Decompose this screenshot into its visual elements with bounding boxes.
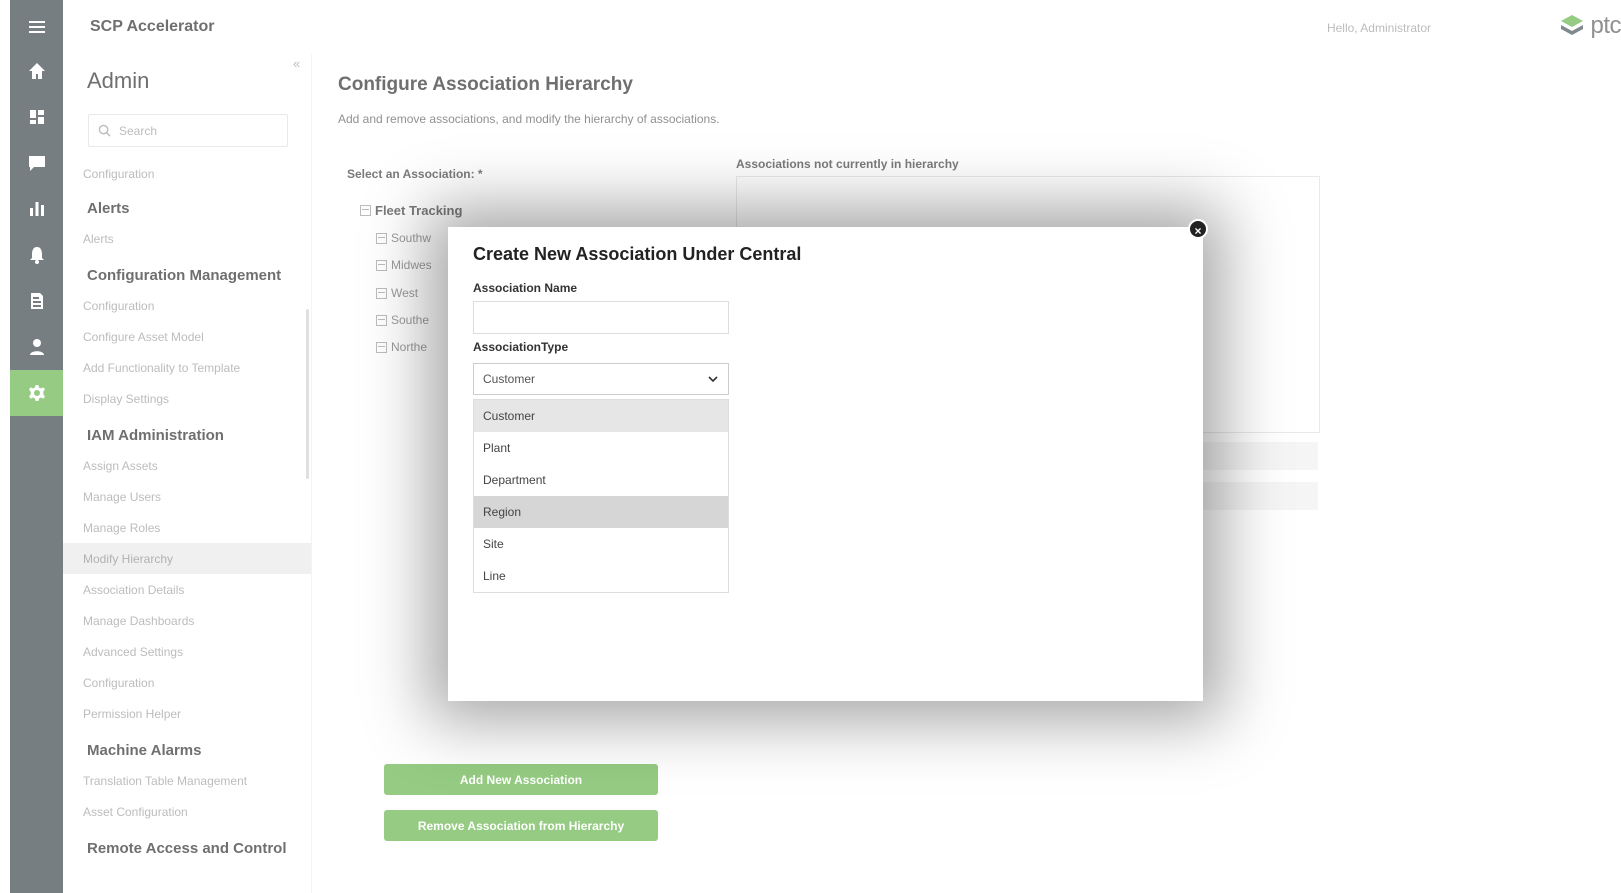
option-department[interactable]: Department [474, 464, 728, 496]
create-association-modal: Create New Association Under Central Ass… [448, 227, 1203, 701]
association-type-dropdown: Customer Plant Department Region Site Li… [473, 399, 729, 593]
option-region[interactable]: Region [474, 496, 728, 528]
chevron-down-icon [708, 376, 718, 383]
option-line[interactable]: Line [474, 560, 728, 592]
association-type-label: AssociationType [473, 340, 569, 354]
selected-type: Customer [483, 372, 536, 386]
association-type-select[interactable]: Customer [473, 363, 729, 395]
association-name-input[interactable] [473, 301, 729, 334]
association-name-label: Association Name [473, 281, 578, 295]
close-icon[interactable]: × [1188, 219, 1208, 239]
modal-title: Create New Association Under Central [473, 244, 802, 264]
option-plant[interactable]: Plant [474, 432, 728, 464]
option-customer[interactable]: Customer [474, 400, 728, 432]
option-site[interactable]: Site [474, 528, 728, 560]
